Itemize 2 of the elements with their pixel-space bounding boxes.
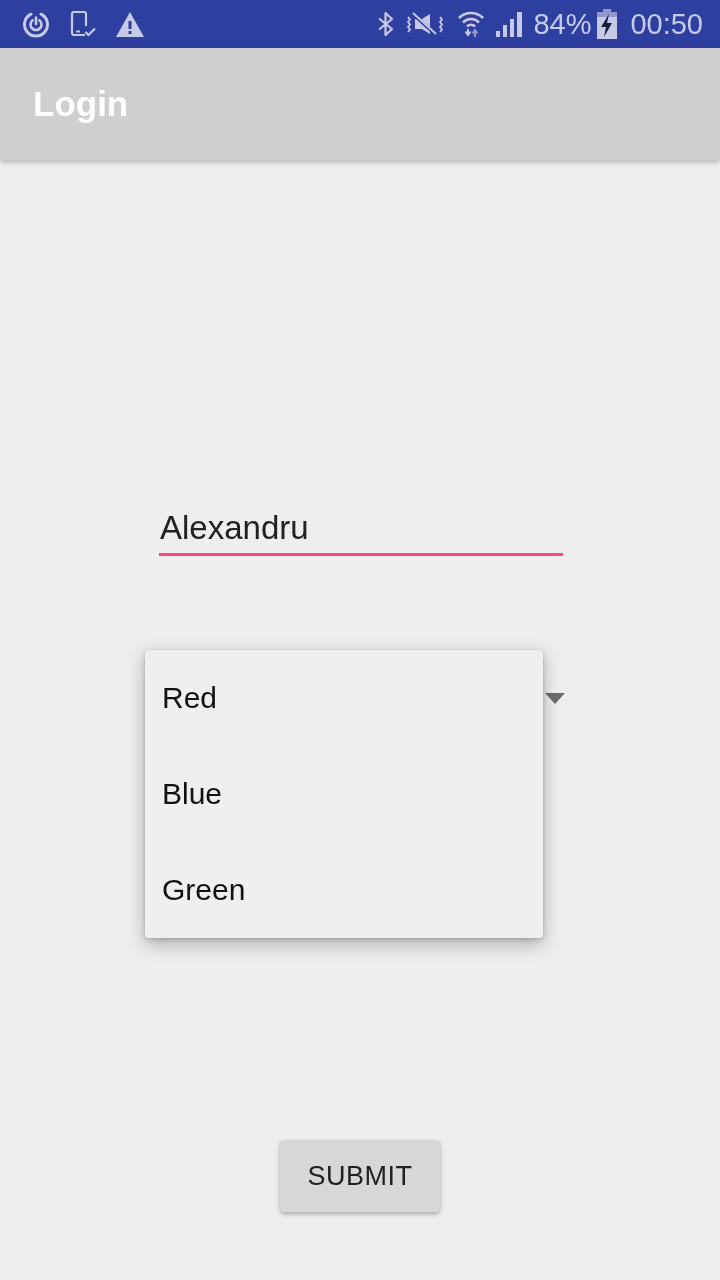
battery-percent: 84% (533, 7, 592, 41)
clock-time: 00:50 (630, 7, 703, 41)
